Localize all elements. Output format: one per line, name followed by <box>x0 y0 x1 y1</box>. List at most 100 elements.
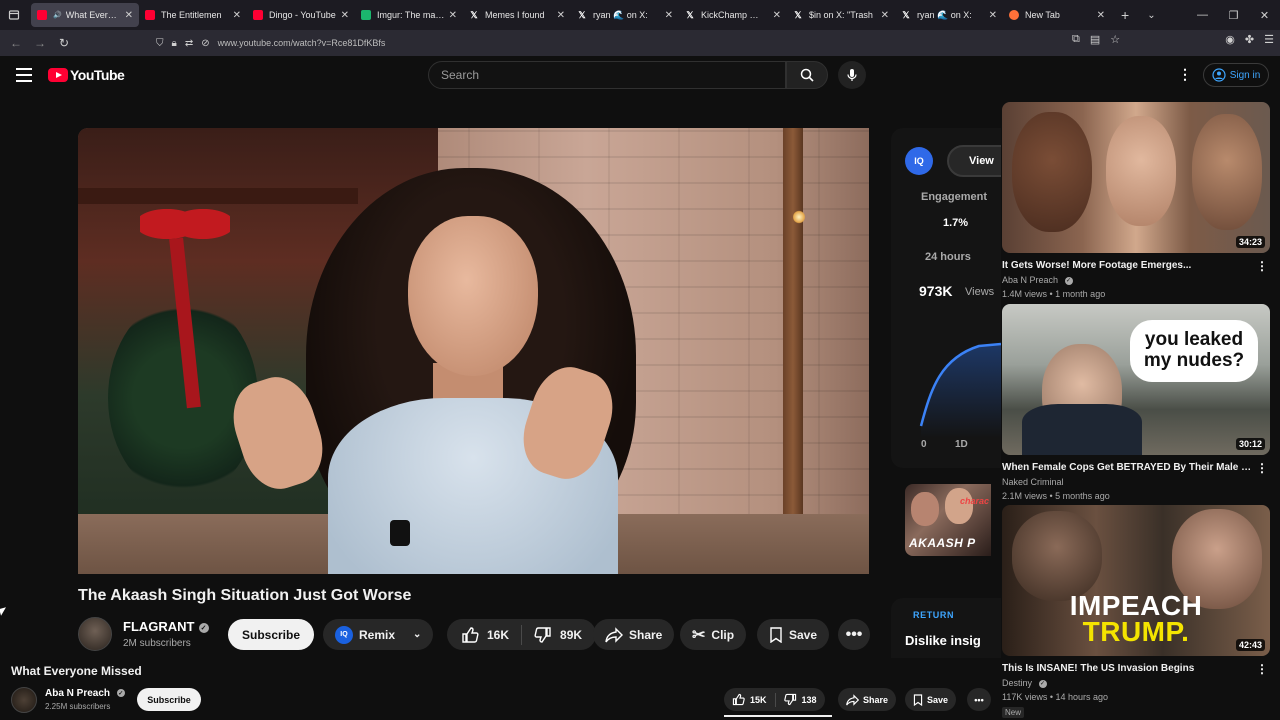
thumbnail-face <box>911 492 939 526</box>
thumbnail-face <box>945 488 973 524</box>
search-button[interactable] <box>786 61 828 89</box>
restore-icon[interactable]: ❐ <box>1218 0 1249 30</box>
guide-menu-icon[interactable] <box>16 68 32 82</box>
search-input[interactable] <box>429 62 785 88</box>
tab-close-icon[interactable]: ✕ <box>233 10 241 21</box>
youtube-play-icon <box>48 68 68 82</box>
settings-more-icon[interactable]: ⋮ <box>1178 66 1192 83</box>
mini-like-button[interactable]: 15K <box>732 693 767 706</box>
back-icon[interactable]: ← <box>4 36 28 50</box>
channel-avatar[interactable] <box>78 617 112 651</box>
chevron-down-icon[interactable]: ⌄ <box>1147 10 1155 21</box>
tracking-off-icon[interactable]: ⊘ <box>201 38 209 49</box>
mini-dislike-button[interactable]: 138 <box>783 693 817 706</box>
video-player[interactable] <box>78 128 869 574</box>
url-bar[interactable]: ⛉ 🔒︎ ⇄ ⊘ www.youtube.com/watch?v=Rce81Df… <box>156 33 1126 53</box>
lock-icon[interactable]: 🔒︎ <box>172 38 177 49</box>
mini-more-button[interactable]: ••• <box>967 688 991 711</box>
tab-close-icon[interactable]: ✕ <box>1097 10 1105 21</box>
tab-close-icon[interactable]: ✕ <box>125 10 133 21</box>
youtube-favicon-icon <box>253 10 263 20</box>
sign-in-button[interactable]: Sign in <box>1203 63 1269 87</box>
extensions-icon[interactable]: ✤ <box>1245 33 1254 46</box>
mini-save-button[interactable]: Save <box>905 688 957 711</box>
period-label: 24 hours <box>925 251 971 263</box>
subscriber-count: 2M subscribers <box>123 638 191 649</box>
clip-button[interactable]: ✂ Clip <box>680 619 747 650</box>
browser-tab[interactable]: 🔊 What Everyone ✕ <box>31 3 139 27</box>
picture-in-picture-icon[interactable]: ⧉ <box>1072 33 1080 46</box>
voice-search-button[interactable] <box>838 61 866 89</box>
recommendation-channel-name: Aba N Preach <box>1002 275 1059 285</box>
related-video-thumbnail[interactable]: charac AKAASH P <box>905 484 991 556</box>
tab-close-icon[interactable]: ✕ <box>773 10 781 21</box>
recommendation-item[interactable]: 34:23 It Gets Worse! More Footage Emerge… <box>1002 102 1270 299</box>
recommendation-item[interactable]: IMPEACH TRUMP. 42:43 This Is INSANE! The… <box>1002 505 1270 720</box>
mini-share-button[interactable]: Share <box>838 688 897 711</box>
share-button[interactable]: Share <box>593 619 675 650</box>
recommendation-thumbnail[interactable]: 34:23 <box>1002 102 1270 253</box>
recommendation-item[interactable]: you leaked my nudes? 30:12 When Female C… <box>1002 304 1270 501</box>
recommendation-channel[interactable]: Naked Criminal <box>1002 477 1270 487</box>
tab-close-icon[interactable]: ✕ <box>557 10 565 21</box>
more-actions-button[interactable]: ••• <box>838 619 870 650</box>
tab-close-icon[interactable]: ✕ <box>341 10 349 21</box>
video-frame-decor <box>390 520 410 546</box>
browser-tab[interactable]: 𝕏 $in on X: "Trash ✕ <box>787 3 895 27</box>
iq-logo-icon[interactable]: IQ <box>905 147 933 175</box>
browser-tab[interactable]: Imgur: The magic o ✕ <box>355 3 463 27</box>
tab-close-icon[interactable]: ✕ <box>881 10 889 21</box>
verified-check-icon: ✓ <box>1038 679 1047 688</box>
save-button[interactable]: Save <box>757 619 830 650</box>
mini-video-title[interactable]: What Everyone Missed <box>11 664 142 678</box>
tab-close-icon[interactable]: ✕ <box>665 10 673 21</box>
youtube-logo[interactable]: YouTube <box>48 67 125 83</box>
account-icon[interactable]: ◉ <box>1225 33 1235 46</box>
browser-tab[interactable]: The Entitlemen ✕ <box>139 3 247 27</box>
view-button[interactable]: View <box>947 145 1001 177</box>
mini-channel-avatar[interactable] <box>11 687 37 713</box>
recommendation-thumbnail[interactable]: you leaked my nudes? 30:12 <box>1002 304 1270 455</box>
mini-subscribe-button[interactable]: Subscribe <box>137 688 201 711</box>
recommendation-channel[interactable]: Destiny ✓ <box>1002 678 1270 688</box>
dislike-count: 89K <box>560 627 583 642</box>
more-vertical-icon[interactable]: ⋮ <box>1256 259 1268 273</box>
minimize-icon[interactable]: — <box>1187 0 1218 30</box>
browser-tab[interactable]: 𝕏 KickChamp 👑 & ✕ <box>679 3 787 27</box>
browser-tab[interactable]: 𝕏 Memes I found ✕ <box>463 3 571 27</box>
thumbs-up-icon <box>462 626 479 643</box>
recommendation-title[interactable]: When Female Cops Get BETRAYED By Their M… <box>1002 462 1252 473</box>
tab-close-icon[interactable]: ✕ <box>449 10 457 21</box>
mini-channel-name[interactable]: Aba N Preach ✓ <box>45 688 125 699</box>
subscribe-button[interactable]: Subscribe <box>228 619 314 650</box>
browser-tab[interactable]: 𝕏 ryan 🌊 on X: ✕ <box>571 3 679 27</box>
mini-dislike-count: 138 <box>801 694 817 705</box>
remix-button[interactable]: IQ Remix ⌄ <box>323 619 434 650</box>
like-button[interactable]: 16K <box>461 626 509 644</box>
new-tab-icon[interactable]: + <box>1121 7 1129 23</box>
menu-icon[interactable]: ☰ <box>1264 33 1274 46</box>
reader-view-icon[interactable]: ▤ <box>1090 33 1100 46</box>
recommendation-title[interactable]: This Is INSANE! The US Invasion Begins <box>1002 663 1252 674</box>
channel-name[interactable]: FLAGRANT ✓ <box>123 619 209 634</box>
bookmark-star-icon[interactable]: ☆ <box>1110 33 1120 46</box>
tab-list-icon[interactable] <box>0 0 28 30</box>
tab-close-icon[interactable]: ✕ <box>989 10 997 21</box>
shield-icon[interactable]: ⛉ <box>156 38 164 49</box>
forward-icon[interactable]: → <box>28 36 52 50</box>
recommendation-channel[interactable]: Aba N Preach ✓ <box>1002 275 1270 285</box>
more-vertical-icon[interactable]: ⋮ <box>1256 662 1268 676</box>
close-window-icon[interactable]: ✕ <box>1249 0 1280 30</box>
return-dislike-panel: RETURN Dislike insig <box>891 598 1001 658</box>
browser-tab[interactable]: Dingo - YouTube ✕ <box>247 3 355 27</box>
dislike-insights-label[interactable]: Dislike insig <box>905 633 981 648</box>
browser-tab[interactable]: 𝕏 ryan 🌊 on X: ✕ <box>895 3 1003 27</box>
browser-tab[interactable]: New Tab ✕ <box>1003 3 1111 27</box>
recommendation-thumbnail[interactable]: IMPEACH TRUMP. 42:43 <box>1002 505 1270 656</box>
dislike-button[interactable]: 89K <box>534 626 582 644</box>
permissions-icon[interactable]: ⇄ <box>185 38 193 49</box>
recommendation-title[interactable]: It Gets Worse! More Footage Emerges... <box>1002 260 1252 271</box>
more-vertical-icon[interactable]: ⋮ <box>1256 461 1268 475</box>
share-icon <box>605 626 623 643</box>
reload-icon[interactable]: ↻ <box>52 36 76 50</box>
